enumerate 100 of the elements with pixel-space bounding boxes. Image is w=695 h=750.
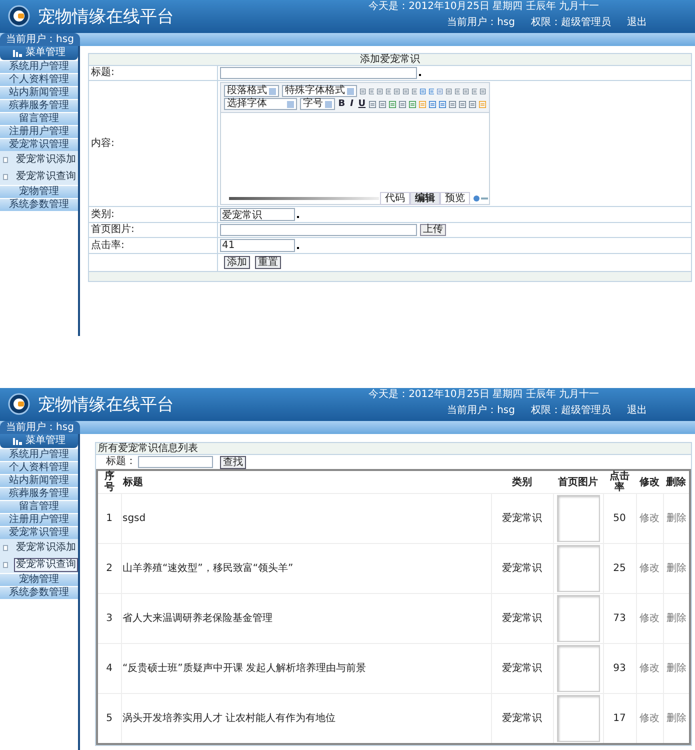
- logo-icon: [8, 5, 30, 27]
- date-text: 今天是：2012年10月25日 星期四 壬辰年 九月十一: [368, 1, 599, 13]
- table-cell: 25: [603, 544, 636, 594]
- editor-mode-tab[interactable]: 预览: [440, 192, 470, 204]
- site-title: 宠物情缘在线平台: [38, 396, 174, 412]
- expand-icon: [3, 544, 8, 550]
- search-field[interactable]: [138, 456, 213, 468]
- field-label: 首页图片:: [91, 224, 134, 236]
- image-placeholder: [556, 495, 600, 542]
- form-title: 添加爱宠常识: [89, 54, 691, 66]
- column-header: 标题: [121, 470, 491, 494]
- column-header: 删除: [663, 470, 690, 494]
- delete-link[interactable]: 删除: [666, 712, 686, 724]
- logout-link[interactable]: 退出: [627, 17, 647, 29]
- table-cell: 涡头开发培养实用人才 让农村能人有作为有地位: [121, 694, 491, 744]
- field-label: 点击率:: [91, 240, 124, 252]
- image-placeholder: [556, 645, 600, 692]
- sidebar-item[interactable]: 个人资料管理: [0, 462, 78, 474]
- format-select[interactable]: 特殊字体格式: [282, 85, 357, 97]
- sidebar-item[interactable]: 殡葬服务管理: [0, 100, 78, 112]
- delete-link[interactable]: 删除: [666, 663, 686, 674]
- list-title: 所有爱宠常识信息列表: [96, 443, 691, 455]
- column-header: 首页图片: [553, 470, 603, 494]
- form-button[interactable]: 添加: [224, 256, 250, 269]
- column-header: 修改: [636, 470, 663, 494]
- table-cell: 73: [603, 594, 636, 644]
- sidebar-item[interactable]: 留言管理: [0, 113, 78, 125]
- role-text: 权限：超级管理员: [531, 17, 611, 29]
- delete-link[interactable]: 删除: [666, 513, 686, 524]
- column-header: 序号: [97, 470, 121, 494]
- editor-mode-tab[interactable]: 编辑: [410, 192, 440, 204]
- sidebar-item[interactable]: 系统用户管理: [0, 61, 78, 73]
- table-cell: 山羊养殖“速效型”，移民致富“领头羊”: [121, 544, 491, 594]
- delete-link[interactable]: 删除: [666, 563, 686, 574]
- form-button[interactable]: 重置: [255, 256, 281, 269]
- sidebar-item[interactable]: 殡葬服务管理: [0, 488, 78, 500]
- sidebar-subitem[interactable]: 爱宠常识查询: [14, 558, 78, 572]
- format-button[interactable]: B: [338, 99, 346, 109]
- table-cell: 爱宠常识: [491, 644, 553, 694]
- edit-link[interactable]: 修改: [640, 563, 660, 574]
- expand-icon: [3, 174, 8, 180]
- field-label: 内容:: [91, 138, 114, 150]
- menu-icon: [12, 50, 22, 56]
- table-cell: 2: [97, 544, 121, 594]
- table-cell: 1: [97, 494, 121, 544]
- column-header: 类别: [491, 470, 553, 494]
- current-user-text: 当前用户：hsg: [447, 405, 515, 417]
- format-select[interactable]: 段落格式: [224, 85, 279, 97]
- table-cell: 93: [603, 644, 636, 694]
- edit-link[interactable]: 修改: [640, 513, 660, 524]
- table-cell: 5: [97, 694, 121, 744]
- table-cell: 爱宠常识: [491, 544, 553, 594]
- sidebar-item[interactable]: 宠物管理: [0, 186, 78, 198]
- font-select[interactable]: 选择字体: [224, 98, 298, 110]
- image-placeholder: [556, 545, 600, 592]
- table-cell: 50: [603, 494, 636, 544]
- image-path-field[interactable]: [220, 224, 417, 236]
- format-button[interactable]: U: [358, 99, 366, 109]
- delete-link[interactable]: 删除: [666, 613, 686, 624]
- column-header: 点击率: [603, 470, 636, 494]
- sidebar-item[interactable]: 留言管理: [0, 501, 78, 513]
- editor-mode-tab[interactable]: 代码: [380, 192, 410, 204]
- text-field[interactable]: 爱宠常识: [220, 208, 295, 221]
- zoom-icon[interactable]: [473, 194, 489, 202]
- edit-link[interactable]: 修改: [640, 663, 660, 674]
- format-button[interactable]: I: [348, 99, 356, 109]
- image-placeholder: [556, 595, 600, 642]
- text-field[interactable]: 41: [220, 239, 295, 252]
- sidebar-item[interactable]: 个人资料管理: [0, 74, 78, 86]
- table-cell: 爱宠常识: [491, 694, 553, 744]
- sidebar-item[interactable]: 站内新闻管理: [0, 475, 78, 487]
- sidebar-item[interactable]: 注册用户管理: [0, 126, 78, 138]
- sidebar-item[interactable]: 系统参数管理: [0, 199, 78, 211]
- logout-link[interactable]: 退出: [627, 405, 647, 417]
- search-button[interactable]: 查找: [220, 456, 246, 468]
- current-user-text: 当前用户：hsg: [447, 17, 515, 29]
- table-cell: “反贵硕士班”质疑声中开课 发起人解析培养理由与前景: [121, 644, 491, 694]
- sidebar-item[interactable]: 站内新闻管理: [0, 87, 78, 99]
- title-field[interactable]: [220, 67, 417, 79]
- role-text: 权限：超级管理员: [531, 405, 611, 417]
- menu-title-text: 菜单管理: [26, 46, 66, 60]
- sidebar-item[interactable]: 系统参数管理: [0, 587, 78, 599]
- table-cell: 4: [97, 644, 121, 694]
- expand-icon: [3, 562, 8, 568]
- table-cell: 17: [603, 694, 636, 744]
- site-title: 宠物情缘在线平台: [38, 8, 174, 24]
- sidebar-item[interactable]: 系统用户管理: [0, 449, 78, 461]
- sidebar-item[interactable]: 爱宠常识管理: [0, 527, 78, 539]
- edit-link[interactable]: 修改: [640, 613, 660, 624]
- image-placeholder: [556, 694, 600, 742]
- edit-link[interactable]: 修改: [640, 712, 660, 724]
- sidebar-item[interactable]: 注册用户管理: [0, 514, 78, 526]
- font-select[interactable]: 字号: [300, 98, 336, 110]
- table-cell: 3: [97, 594, 121, 644]
- upload-button[interactable]: 上传: [420, 224, 446, 236]
- sidebar-item[interactable]: 宠物管理: [0, 574, 78, 586]
- logo-icon: [8, 393, 30, 415]
- menu-title-text: 菜单管理: [26, 434, 66, 448]
- sidebar-item[interactable]: 爱宠常识管理: [0, 139, 78, 151]
- expand-icon: [3, 156, 8, 162]
